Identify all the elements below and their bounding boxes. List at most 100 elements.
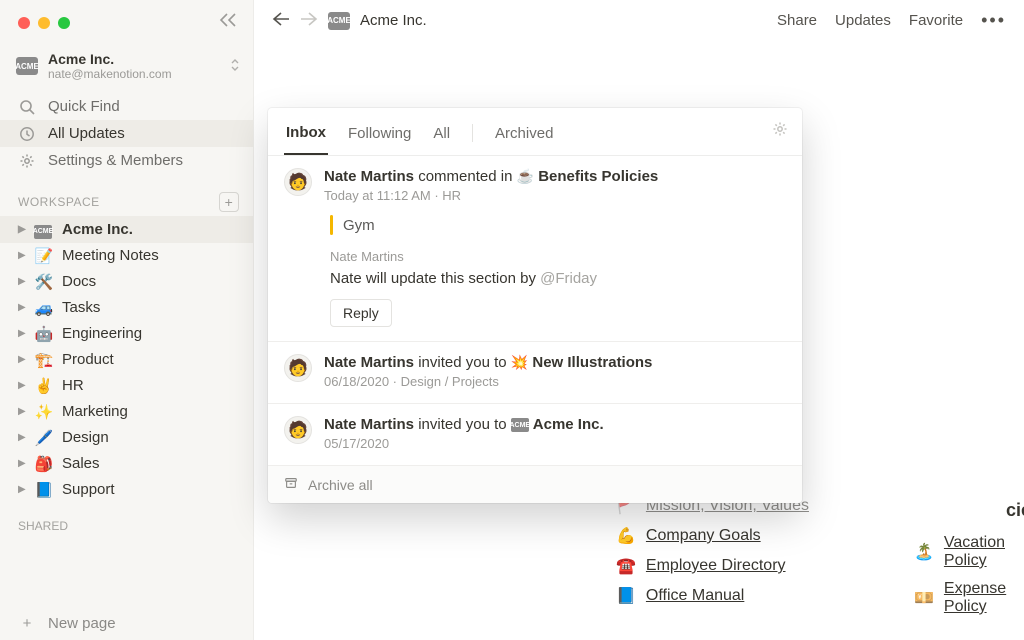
page-emoji-icon: 📘 (34, 481, 54, 499)
tab-following[interactable]: Following (346, 119, 413, 154)
caret-right-icon[interactable]: ▶ (18, 276, 26, 287)
updates-button[interactable]: Updates (835, 12, 891, 29)
caret-right-icon[interactable]: ▶ (18, 406, 26, 417)
avatar: 🧑 (284, 416, 312, 444)
topbar: ACME Acme Inc. Share Updates Favorite ••… (254, 0, 1024, 37)
comment-text: Nate will update this section by @Friday (330, 270, 786, 287)
page-link[interactable]: ☎️Employee Directory (616, 556, 809, 576)
notif-target[interactable]: Benefits Policies (538, 168, 658, 185)
sidebar-page-item[interactable]: ▶ 🖊️ Design (0, 425, 253, 451)
tab-all[interactable]: All (431, 119, 452, 154)
sidebar-collapse-icon[interactable] (219, 12, 239, 33)
notif-meta: Today at 11:12 AM · HR (324, 188, 786, 203)
updates-tabs: Inbox Following All Archived (268, 108, 802, 156)
coffee-icon: ☕ (517, 168, 534, 184)
sidebar-page-item[interactable]: ▶🏗️Product (0, 347, 253, 373)
nav-settings[interactable]: Settings & Members (0, 147, 253, 174)
tab-inbox[interactable]: Inbox (284, 118, 328, 155)
tab-archived[interactable]: Archived (493, 119, 555, 154)
chevron-updown-icon (229, 57, 241, 76)
date-mention[interactable]: @Friday (540, 270, 597, 287)
sidebar-page-label: Meeting Notes (62, 247, 159, 264)
nav-all-updates[interactable]: All Updates (0, 120, 253, 147)
page-link[interactable]: 🏝️Vacation Policy (914, 534, 1024, 570)
sidebar-page-item[interactable]: ▶ 🛠️ Docs (0, 269, 253, 295)
page-emoji-icon: 🚙 (34, 299, 54, 317)
notification-item[interactable]: 🧑 Nate Martins commented in ☕ Benefits P… (268, 156, 802, 341)
page-title[interactable]: Acme Inc. (360, 12, 427, 29)
caret-right-icon[interactable]: ▶ (18, 328, 26, 339)
add-page-button[interactable]: + (219, 192, 239, 212)
caret-right-icon[interactable]: ▶ (18, 380, 26, 391)
archive-all-label: Archive all (308, 477, 373, 493)
nav-quick-find-label: Quick Find (48, 98, 120, 115)
nav-all-updates-label: All Updates (48, 125, 125, 142)
page-emoji-icon: 🏗️ (34, 351, 54, 369)
caret-right-icon[interactable]: ▶ (18, 432, 26, 443)
window-minimize-icon[interactable] (38, 17, 50, 29)
page-link[interactable]: 📘Office Manual (616, 586, 809, 606)
page-link-column: 🚩Mission, Vision, Values💪Company Goals☎️… (616, 496, 809, 606)
page-link[interactable]: 💪Company Goals (616, 526, 809, 546)
window-close-icon[interactable] (18, 17, 30, 29)
notif-author: Nate Martins (324, 416, 414, 433)
tab-divider (472, 124, 473, 142)
workspace-email: nate@makenotion.com (48, 67, 172, 81)
page-emoji-icon: ✌️ (34, 377, 54, 395)
page-link-emoji-icon: 💴 (914, 588, 934, 608)
sidebar-page-item[interactable]: ▶🚙Tasks (0, 295, 253, 321)
share-button[interactable]: Share (777, 12, 817, 29)
section-workspace-label: WORKSPACE + (0, 182, 253, 216)
sidebar-page-item[interactable]: ▶🤖Engineering (0, 321, 253, 347)
clock-icon (18, 126, 36, 142)
page-link-emoji-icon: 📘 (616, 586, 636, 606)
sidebar-page-item[interactable]: ▶✨Marketing (0, 399, 253, 425)
notif-verb-text: commented in (418, 168, 512, 185)
new-page-button[interactable]: + New page (0, 607, 253, 640)
notif-target[interactable]: Acme Inc. (533, 416, 604, 433)
sidebar-page-item[interactable]: ▶🎒Sales (0, 451, 253, 477)
sidebar-page-label: HR (62, 377, 84, 394)
page-icon: ACME (328, 12, 350, 30)
sidebar-page-label: Docs (62, 273, 96, 290)
caret-right-icon[interactable]: ▶ (18, 458, 26, 469)
more-menu-button[interactable]: ••• (981, 10, 1006, 31)
page-emoji-icon: 📝 (34, 247, 54, 265)
page-emoji-icon: ✨ (34, 403, 54, 421)
nav-quick-find[interactable]: Quick Find (0, 93, 253, 120)
notif-target[interactable]: New Illustrations (532, 354, 652, 371)
reply-button[interactable]: Reply (330, 299, 392, 327)
page-link[interactable]: 💴Expense Policy (914, 580, 1024, 616)
window-zoom-icon[interactable] (58, 17, 70, 29)
notification-item[interactable]: 🧑 Nate Martins invited you to 💥 New Illu… (268, 342, 802, 403)
sidebar-page-item[interactable]: ▶ACMEAcme Inc. (0, 216, 253, 243)
archive-all-button[interactable]: Archive all (268, 465, 802, 503)
notification-item[interactable]: 🧑 Nate Martins invited you to ACMEAcme I… (268, 404, 802, 465)
page-emoji-icon: 🖊️ (34, 429, 54, 447)
caret-right-icon[interactable]: ▶ (18, 302, 26, 313)
gear-icon (18, 153, 36, 169)
nav-back-button[interactable] (272, 10, 290, 31)
panel-settings-icon[interactable] (772, 121, 788, 152)
caret-right-icon[interactable]: ▶ (18, 224, 26, 235)
page-link-emoji-icon: 🏝️ (914, 542, 934, 562)
nav-settings-label: Settings & Members (48, 152, 183, 169)
caret-right-icon[interactable]: ▶ (18, 354, 26, 365)
sidebar-page-label: Design (62, 429, 109, 446)
notif-meta: 06/18/2020 · Design / Projects (324, 374, 786, 389)
workspace-switcher[interactable]: ACME Acme Inc. nate@makenotion.com (0, 45, 253, 89)
sidebar-page-item[interactable]: ▶📘Support (0, 477, 253, 503)
search-icon (18, 99, 36, 115)
nav-forward-button[interactable] (300, 10, 318, 31)
sidebar-page-item[interactable]: ▶ 📝 Meeting Notes (0, 243, 253, 269)
sidebar-page-item[interactable]: ▶ ✌️ HR (0, 373, 253, 399)
caret-right-icon[interactable]: ▶ (18, 484, 26, 495)
page-link-emoji-icon: ☎️ (616, 556, 636, 576)
page-emoji-icon: 🛠️ (34, 273, 54, 291)
sidebar-page-label: Acme Inc. (62, 221, 133, 238)
main-content: ACME Acme Inc. Share Updates Favorite ••… (254, 0, 1024, 640)
page-emoji-icon: 🎒 (34, 455, 54, 473)
workspace-icon: ACME (16, 57, 38, 75)
favorite-button[interactable]: Favorite (909, 12, 963, 29)
caret-right-icon[interactable]: ▶ (18, 250, 26, 261)
